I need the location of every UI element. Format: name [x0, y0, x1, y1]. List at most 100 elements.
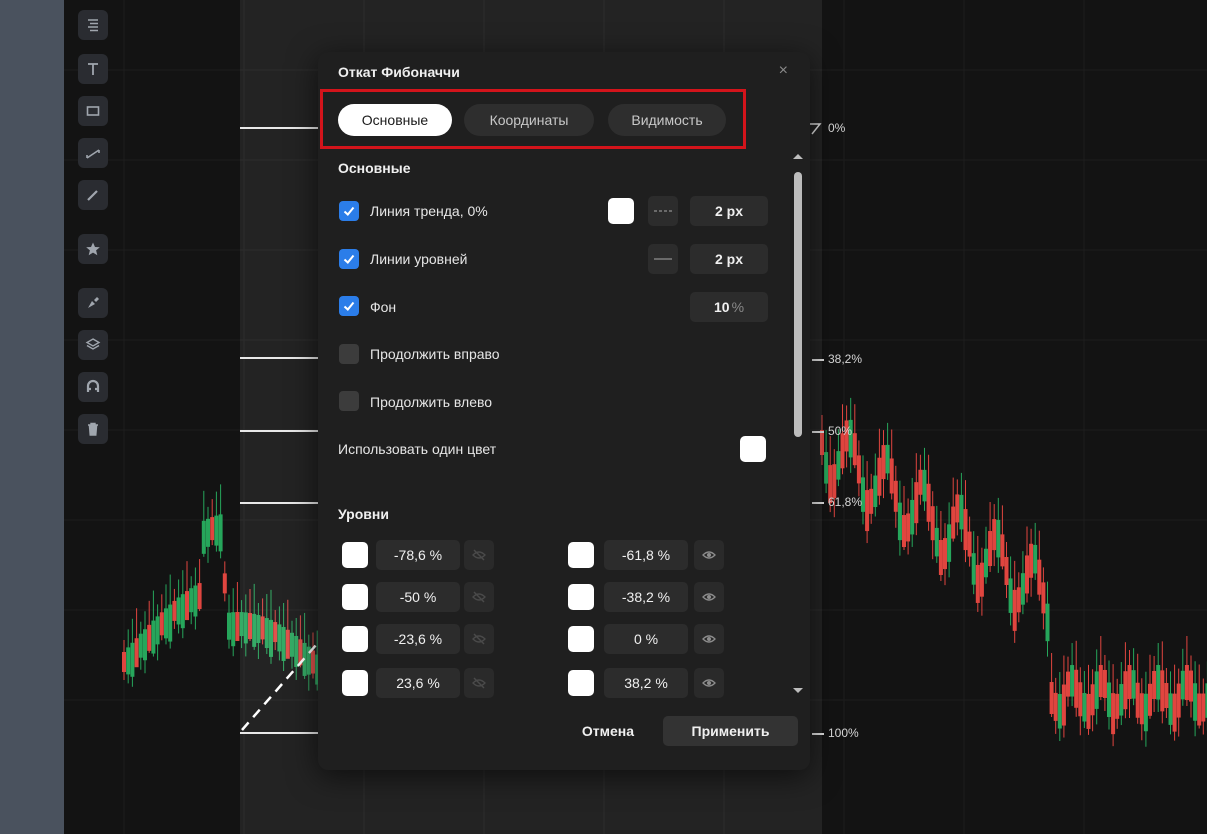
- background-checkbox[interactable]: [339, 296, 359, 316]
- candle-body: [922, 469, 927, 502]
- close-icon[interactable]: ×: [779, 62, 788, 80]
- fib-level-618-line[interactable]: [240, 502, 318, 504]
- level-left-2-color-swatch[interactable]: [342, 626, 368, 652]
- candle-body: [1094, 671, 1099, 709]
- background-label: Фон: [370, 299, 397, 315]
- level-right-2-color-swatch[interactable]: [568, 626, 594, 652]
- tab-visibility[interactable]: Видимость: [608, 104, 726, 136]
- main-section-title: Основные: [338, 160, 411, 176]
- candle-body: [134, 638, 139, 668]
- level-left-0-value-field[interactable]: -78,6 %: [376, 540, 460, 570]
- candle-body: [231, 612, 236, 647]
- level-right-2-value-field[interactable]: 0 %: [604, 624, 688, 654]
- candle-body: [1184, 665, 1189, 701]
- level-right-3-color-swatch[interactable]: [568, 670, 594, 696]
- candle-body: [189, 588, 194, 613]
- candle-body: [164, 608, 168, 639]
- brush-icon[interactable]: [78, 288, 108, 318]
- eye-off-icon[interactable]: [464, 582, 494, 612]
- trendline-icon[interactable]: [78, 138, 108, 168]
- magnet-icon[interactable]: [78, 372, 108, 402]
- candle-body: [947, 524, 952, 562]
- candle-body: [1045, 603, 1050, 642]
- trend-line-checkbox[interactable]: [339, 201, 359, 221]
- eye-icon[interactable]: [694, 624, 724, 654]
- candle-body: [889, 458, 894, 494]
- candle-body: [906, 513, 911, 542]
- candle-body: [1061, 684, 1066, 726]
- candle-body: [1078, 682, 1083, 717]
- trash-icon[interactable]: [78, 414, 108, 444]
- eye-off-icon[interactable]: [464, 540, 494, 570]
- candle-body: [126, 647, 131, 675]
- level-left-0-color-swatch[interactable]: [342, 542, 368, 568]
- eye-off-icon[interactable]: [464, 624, 494, 654]
- level-right-0-value-field[interactable]: -61,8 %: [604, 540, 688, 570]
- fibonacci-settings-dialog: Откат Фибоначчи × Основные Координаты Ви…: [318, 52, 810, 770]
- fib-label-382: 38,2%: [828, 352, 863, 366]
- candle-body: [1135, 682, 1140, 718]
- background-opacity-field[interactable]: 10%: [690, 292, 768, 322]
- candle-body: [1148, 683, 1152, 716]
- candle-body: [1098, 665, 1103, 698]
- extend-left-checkbox[interactable]: [339, 391, 359, 411]
- layers-icon[interactable]: [78, 330, 108, 360]
- candle-body: [1057, 694, 1062, 729]
- fib-level-382-line[interactable]: [240, 357, 318, 359]
- eye-off-icon[interactable]: [464, 668, 494, 698]
- level-left-1-color-swatch[interactable]: [342, 584, 368, 610]
- candle-body: [951, 506, 956, 539]
- fib-level-50-line[interactable]: [240, 430, 318, 432]
- scroll-thumb[interactable]: [794, 172, 802, 437]
- candle-body: [1107, 682, 1111, 718]
- tab-coordinates[interactable]: Координаты: [464, 104, 594, 136]
- level-lines-style-button[interactable]: [648, 244, 678, 274]
- menu-lines-icon[interactable]: [78, 10, 108, 40]
- candle-body: [285, 629, 290, 659]
- level-right-3-value-field[interactable]: 38,2 %: [604, 668, 688, 698]
- candle-body: [122, 652, 126, 672]
- text-icon[interactable]: [78, 54, 108, 84]
- eye-icon[interactable]: [694, 582, 724, 612]
- candle-body: [1119, 684, 1124, 716]
- eye-icon[interactable]: [694, 668, 724, 698]
- candle-body: [1111, 693, 1116, 735]
- fib-level-100-line[interactable]: [240, 732, 318, 734]
- rectangle-icon[interactable]: [78, 96, 108, 126]
- dialog-scrollbar[interactable]: [792, 152, 803, 697]
- pencil-icon[interactable]: [78, 180, 108, 210]
- candle-body: [147, 624, 152, 651]
- trend-line-color-swatch[interactable]: [608, 198, 634, 224]
- candle-body: [155, 616, 160, 645]
- eye-icon[interactable]: [694, 540, 724, 570]
- single-color-swatch[interactable]: [740, 436, 766, 462]
- level-left-3-value-field[interactable]: 23,6 %: [376, 668, 460, 698]
- candle-body: [1082, 693, 1087, 722]
- level-left-2-value-field[interactable]: -23,6 %: [376, 624, 460, 654]
- candle-body: [918, 469, 923, 495]
- level-lines-width-field[interactable]: 2 px: [690, 244, 768, 274]
- star-icon[interactable]: [78, 234, 108, 264]
- dialog-title: Откат Фибоначчи: [338, 64, 460, 80]
- level-right-0-color-swatch[interactable]: [568, 542, 594, 568]
- level-left-3-color-swatch[interactable]: [342, 670, 368, 696]
- trend-line-width-field[interactable]: 2 px: [690, 196, 768, 226]
- fib-level-0-line[interactable]: [240, 127, 318, 129]
- level-right-1-color-swatch[interactable]: [568, 584, 594, 610]
- candle-body: [914, 482, 919, 524]
- trend-line-style-button[interactable]: [648, 196, 678, 226]
- tab-main[interactable]: Основные: [338, 104, 452, 136]
- apply-button[interactable]: Применить: [663, 716, 798, 746]
- candle-body: [1102, 669, 1107, 698]
- candle-body: [910, 499, 915, 535]
- level-right-1-value-field[interactable]: -38,2 %: [604, 582, 688, 612]
- level-lines-checkbox[interactable]: [339, 249, 359, 269]
- candle-body: [294, 635, 299, 667]
- cancel-button[interactable]: Отмена: [568, 716, 648, 746]
- candle-body: [1000, 534, 1005, 567]
- extend-right-checkbox[interactable]: [339, 344, 359, 364]
- candle-body: [836, 451, 841, 480]
- candle-body: [1066, 671, 1070, 697]
- level-left-1-value-field[interactable]: -50 %: [376, 582, 460, 612]
- candle-body: [256, 615, 261, 644]
